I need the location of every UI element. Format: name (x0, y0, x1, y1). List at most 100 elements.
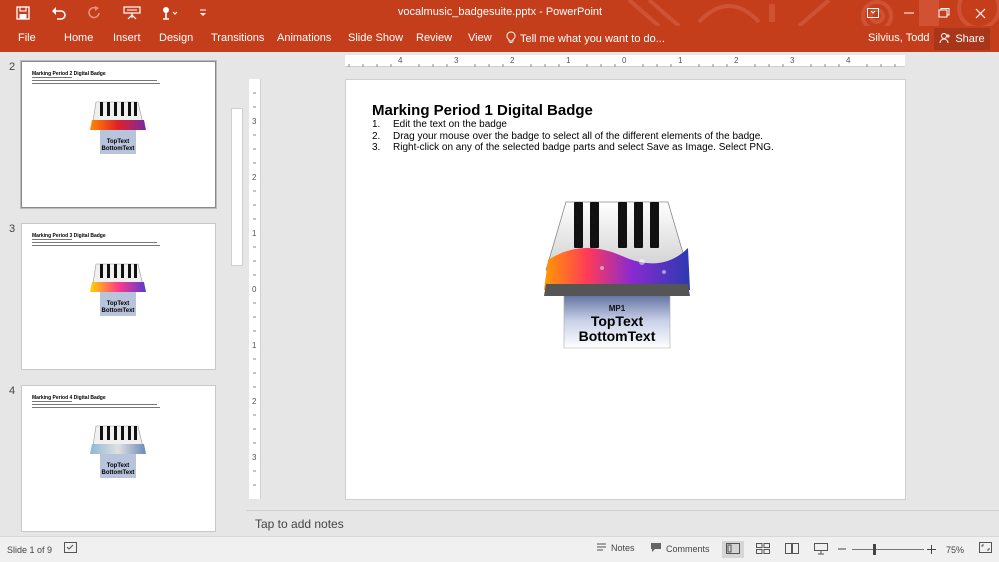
fit-to-window-icon[interactable] (979, 542, 992, 553)
share-button[interactable]: Share (934, 28, 990, 50)
slide-instructions[interactable]: 1. Edit the text on the badge 2. Drag your… (372, 119, 774, 154)
share-label: Share (955, 33, 985, 45)
zoom-out-icon[interactable] (838, 545, 846, 553)
share-person-icon (939, 32, 951, 47)
list-number: 1. (372, 119, 381, 130)
ruler-label: 3 (790, 56, 795, 65)
tab-slide-show[interactable]: Slide Show (348, 32, 403, 44)
ruler-label: 4 (846, 56, 851, 65)
thumbnail-card[interactable]: Marking Period 4 Digital Badge TopText B… (21, 385, 216, 532)
badge-top-text[interactable]: TopText (591, 313, 644, 329)
list-item: 2. Drag your mouse over the badge to sele… (372, 131, 774, 143)
thumbnail-text-lines (32, 401, 182, 410)
tab-view[interactable]: View (468, 32, 492, 44)
ruler-label: 1 (678, 56, 683, 65)
ruler-label: 2 (252, 173, 257, 182)
list-number: 2. (372, 130, 381, 142)
notes-label: Notes (611, 543, 635, 553)
ruler-label: 3 (454, 56, 459, 65)
powerpoint-window: vocalmusic_badgesuite.pptx - PowerPoint … (0, 0, 999, 562)
slide-show-button[interactable] (810, 541, 832, 558)
ruler-label: 0 (252, 285, 257, 294)
minimize-icon[interactable] (894, 3, 924, 23)
ribbon-display-options-icon[interactable] (858, 3, 888, 23)
vertical-ruler[interactable]: 3 2 1 0 1 2 3 (249, 79, 261, 499)
list-text: Drag your mouse over the badge to select… (393, 130, 764, 142)
thumbnail-number: 2 (9, 61, 16, 73)
lightbulb-icon (506, 31, 516, 47)
notes-icon (596, 542, 607, 554)
ruler-label: 2 (252, 397, 257, 406)
title-bar: vocalmusic_badgesuite.pptx - PowerPoint (0, 0, 999, 26)
tab-animations[interactable]: Animations (277, 32, 331, 44)
ruler-label: 4 (398, 56, 403, 65)
slide-sorter-button[interactable] (752, 541, 774, 558)
tab-design[interactable]: Design (159, 32, 193, 44)
ruler-label: 1 (252, 229, 257, 238)
notes-toggle[interactable]: Notes (596, 542, 635, 554)
thumbnail-badge: TopText BottomText (88, 424, 148, 482)
zoom-level[interactable]: 75% (946, 545, 964, 555)
slide-canvas[interactable]: Marking Period 1 Digital Badge 1. Edit th… (345, 79, 906, 500)
status-bar: Slide 1 of 9 Notes Comments 75% (0, 536, 999, 562)
list-item: 3. Right-click on any of the selected bad… (372, 142, 774, 154)
thumbnail-badge-bottom: BottomText (102, 146, 135, 152)
slide-title[interactable]: Marking Period 1 Digital Badge (372, 102, 593, 119)
digital-badge[interactable]: MP1 TopText BottomText (542, 198, 692, 353)
redo-icon[interactable] (84, 3, 106, 23)
presenter-icon[interactable] (121, 3, 143, 23)
window-title: vocalmusic_badgesuite.pptx - PowerPoint (397, 6, 603, 18)
normal-view-icon (726, 543, 740, 556)
list-text: Edit the text on the badge (393, 119, 507, 130)
thumbnail-card[interactable]: Marking Period 2 Digital Badge TopText B… (21, 61, 216, 208)
thumbnail-text-lines (32, 77, 182, 86)
touch-mode-icon[interactable] (158, 3, 180, 23)
thumbnail-number: 4 (9, 385, 16, 397)
spell-check-icon[interactable] (64, 542, 77, 553)
notes-placeholder[interactable]: Tap to add notes (255, 517, 344, 531)
badge-bottom-text[interactable]: BottomText (579, 328, 656, 344)
reading-view-icon (785, 543, 799, 556)
save-icon[interactable] (12, 3, 34, 23)
normal-view-button[interactable] (722, 541, 744, 558)
ruler-label: 3 (252, 453, 257, 462)
tell-me-text: Tell me what you want to do... (520, 33, 665, 45)
ruler-label: 2 (734, 56, 739, 65)
undo-icon[interactable] (48, 3, 70, 23)
ribbon-tabs: File Home Insert Design Transitions Anim… (0, 26, 999, 52)
zoom-in-icon[interactable] (927, 545, 936, 554)
comment-icon (650, 542, 662, 555)
thumbnail-badge-top: TopText (107, 301, 129, 307)
ruler-label: 3 (252, 117, 257, 126)
list-number: 3. (372, 142, 381, 153)
tell-me-box[interactable]: Tell me what you want to do... (506, 31, 665, 47)
close-icon[interactable] (965, 3, 995, 23)
notes-pane[interactable]: Tap to add notes (246, 510, 999, 536)
tab-transitions[interactable]: Transitions (211, 32, 264, 44)
thumbnail-number: 3 (9, 223, 16, 235)
customize-icon[interactable] (192, 3, 214, 23)
zoom-slider-thumb[interactable] (873, 544, 876, 555)
horizontal-ruler[interactable]: 4 3 2 1 0 1 2 3 4 (345, 55, 905, 67)
restore-icon[interactable] (929, 3, 959, 23)
tab-insert[interactable]: Insert (113, 32, 141, 44)
list-item: 1. Edit the text on the badge (372, 119, 774, 131)
reading-view-button[interactable] (781, 541, 803, 558)
zoom-slider-track[interactable] (852, 549, 924, 550)
thumbnail-text-lines (32, 239, 182, 248)
ruler-label: 1 (566, 56, 571, 65)
comments-toggle[interactable]: Comments (650, 542, 710, 555)
comments-label: Comments (666, 543, 710, 554)
ruler-label: 2 (510, 56, 515, 65)
tab-file[interactable]: File (18, 32, 36, 44)
thumbnail-badge: TopText BottomText (88, 262, 148, 320)
user-name[interactable]: Silvius, Todd (868, 32, 930, 44)
thumbnail-card[interactable]: Marking Period 3 Digital Badge TopText B… (21, 223, 216, 370)
tab-home[interactable]: Home (64, 32, 93, 44)
ruler-label: 1 (252, 341, 257, 350)
slide-sorter-icon (756, 543, 770, 556)
tab-review[interactable]: Review (416, 32, 452, 44)
slide-thumbnails-pane: 2 Marking Period 2 Digital Badge TopText… (0, 52, 230, 536)
thumbnail-scrollbar-thumb[interactable] (231, 108, 243, 266)
list-text: Right-click on any of the selected badge… (393, 142, 774, 153)
